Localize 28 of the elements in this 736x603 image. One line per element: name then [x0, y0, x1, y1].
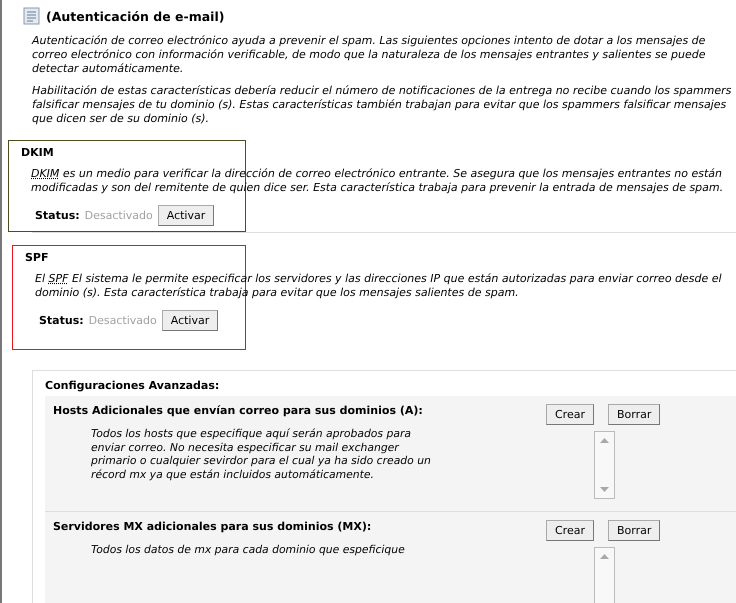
status-label: Status:: [35, 209, 80, 222]
activate-button[interactable]: Activar: [162, 310, 218, 331]
term-link[interactable]: DKIM: [31, 167, 60, 180]
feature-title: DKIM: [21, 146, 55, 159]
section-title: Hosts Adicionales que envían correo para sus dominios (A):: [53, 404, 424, 417]
scroll-up-icon: [600, 438, 609, 443]
scroll-down-icon: [600, 487, 609, 492]
action-button[interactable]: Crear: [546, 520, 594, 541]
action-button[interactable]: Borrar: [608, 520, 660, 541]
intro-paragraph: Habilitación de estas características debería reducir el número de notificaciones de la entrega no recibe cuando los spammers falsificar mensajes de tu dominio (s). Estas características también trabajan para evitar que los spammers falsificar mensajes que dicen ser de su dominio (s).: [32, 84, 732, 126]
action-button[interactable]: Borrar: [608, 404, 660, 425]
feature-title: SPF: [25, 251, 50, 264]
section-description: Todos los hosts que especifique aquí serán aprobados para enviar correo. No necesita especificar su mail exchanger primario o cualquier sevirdor para el cual ya ha sido creado un récord mx ya que están incluidos automáticamente.: [91, 427, 432, 481]
action-button[interactable]: Crear: [546, 404, 594, 425]
list-box[interactable]: [594, 431, 615, 499]
term-link[interactable]: SPF: [48, 272, 68, 285]
scroll-up-icon: [600, 554, 609, 559]
section-description: Todos los datos de mx para cada dominio que espeficique: [91, 543, 406, 556]
document-icon: [22, 6, 42, 26]
status-value: Desactivado: [84, 209, 153, 222]
list-box[interactable]: [594, 547, 615, 603]
page-title: (Autenticación de e-mail): [46, 8, 224, 24]
section-title: Servidores MX adicionales para sus dominios (MX):: [53, 520, 372, 533]
status-label: Status:: [39, 314, 84, 327]
intro-paragraph: Autenticación de correo electrónico ayuda a prevenir el spam. Las siguientes opciones intento de dotar a los mensajes de correo electrónico con información verificable, de modo que la naturaleza de los mensajes entrantes y salientes se puede detectar automáticamente.: [32, 34, 706, 76]
advanced-title: Configuraciones Avanzadas:: [45, 379, 220, 392]
status-value: Desactivado: [88, 314, 157, 327]
activate-button[interactable]: Activar: [158, 205, 214, 226]
